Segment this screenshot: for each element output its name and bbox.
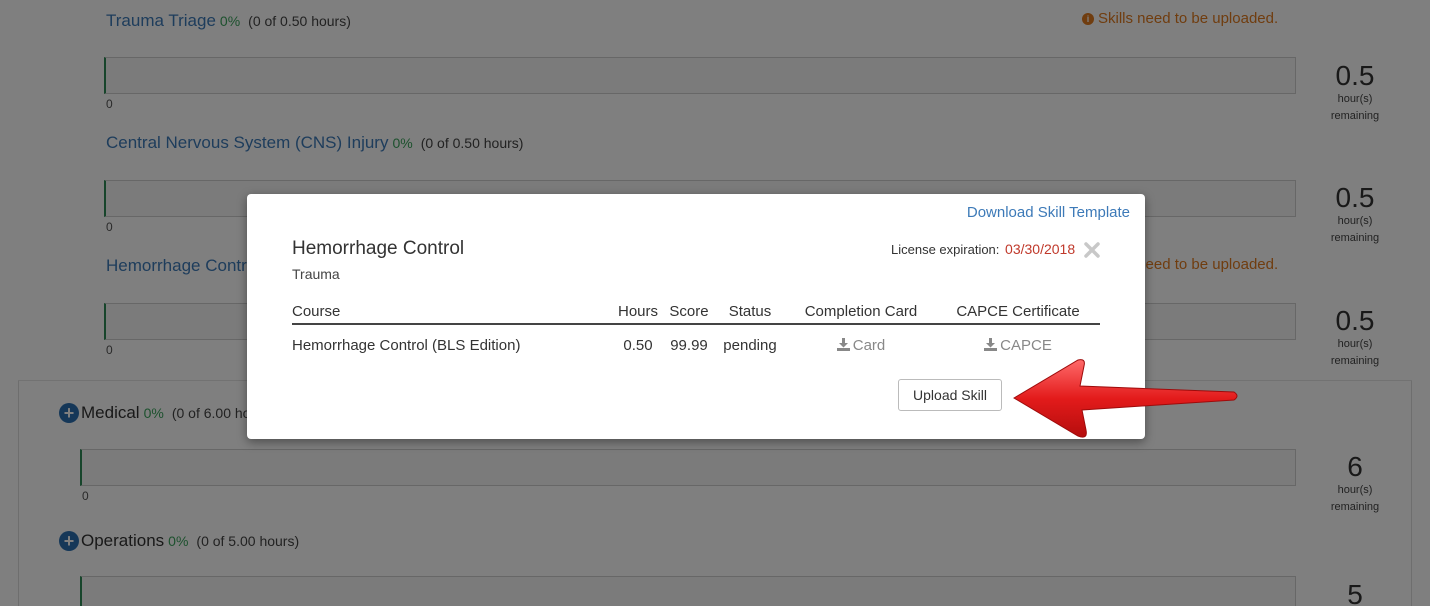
col-hours: Hours (612, 300, 664, 325)
course-score: 99.99 (670, 337, 708, 354)
download-skill-template-link[interactable]: Download Skill Template (967, 204, 1130, 221)
modal-title: Hemorrhage Control (292, 238, 465, 259)
course-status: pending (723, 337, 777, 354)
table-row: Hemorrhage Control (BLS Edition) 0.50 99… (292, 324, 1100, 360)
course-hours: 0.50 (623, 337, 653, 354)
capce-label[interactable]: CAPCE (1000, 337, 1052, 354)
license-expiration: License expiration: 03/30/2018 (891, 241, 1075, 257)
download-capce-link[interactable]: CAPCE (984, 337, 1052, 354)
upload-skill-button[interactable]: Upload Skill (898, 379, 1002, 411)
col-status: Status (714, 300, 786, 325)
card-label[interactable]: Card (853, 337, 886, 354)
red-arrow-annotation (1013, 359, 1238, 438)
col-capce-certificate: CAPCE Certificate (936, 300, 1100, 325)
close-icon[interactable] (1083, 241, 1101, 259)
modal-subtitle: Trauma (292, 266, 340, 282)
download-card-link[interactable]: Card (836, 337, 886, 354)
capce-cell: CAPCE (936, 324, 1100, 360)
col-score: Score (664, 300, 714, 325)
course-name: Hemorrhage Control (BLS Edition) (292, 337, 521, 354)
license-date: 03/30/2018 (1005, 241, 1076, 257)
courses-table: Course Hours Score Status Completion Car… (292, 300, 1100, 360)
download-icon (836, 338, 850, 351)
license-label: License expiration: (891, 242, 1000, 257)
table-header-row: Course Hours Score Status Completion Car… (292, 300, 1100, 325)
col-course: Course (292, 300, 612, 325)
col-completion-card: Completion Card (786, 300, 936, 325)
completion-card-cell: Card (786, 324, 936, 360)
download-icon (984, 338, 998, 351)
